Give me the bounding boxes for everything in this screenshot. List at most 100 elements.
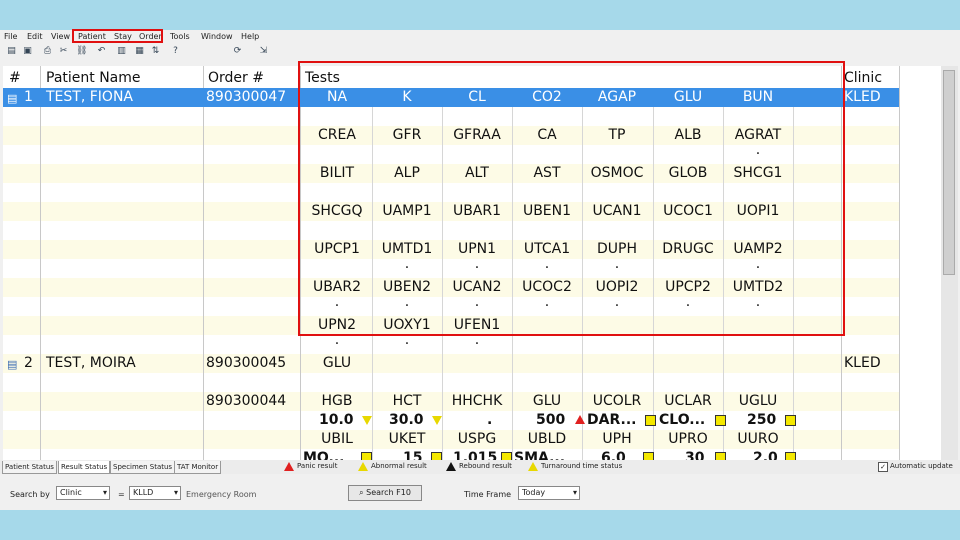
- clinic-select[interactable]: KLLD: [129, 486, 181, 500]
- test-code[interactable]: HGB: [302, 392, 372, 411]
- auto-update-checkbox[interactable]: ✓: [878, 462, 888, 472]
- header-clinic[interactable]: Clinic: [844, 66, 882, 88]
- test-code[interactable]: UPCP1: [302, 240, 372, 259]
- scrollbar-thumb[interactable]: [943, 70, 955, 275]
- print-icon[interactable]: ⎙: [42, 46, 53, 57]
- cut-icon[interactable]: ✂: [58, 46, 69, 57]
- test-code[interactable]: UURO: [723, 430, 793, 449]
- result-value[interactable]: SMA...: [514, 449, 565, 460]
- auto-update-label: Automatic update: [890, 462, 953, 470]
- row-number[interactable]: 2: [24, 354, 33, 373]
- test-code[interactable]: K: [372, 88, 442, 107]
- test-code[interactable]: OSMOC: [582, 164, 652, 183]
- menu-view[interactable]: View: [51, 32, 70, 41]
- test-code[interactable]: SHCG1: [723, 164, 793, 183]
- result-value[interactable]: .: [487, 411, 492, 430]
- test-code[interactable]: UKET: [372, 430, 442, 449]
- test-code[interactable]: SHCGQ: [302, 202, 372, 221]
- test-code[interactable]: GLOB: [653, 164, 723, 183]
- order-number[interactable]: 890300047: [206, 88, 286, 107]
- result-value[interactable]: 10.0: [319, 411, 354, 430]
- test-code[interactable]: AST: [512, 164, 582, 183]
- test-code[interactable]: UBIL: [302, 430, 372, 449]
- test-code[interactable]: UCAN1: [582, 202, 652, 221]
- test-code[interactable]: UCOLR: [582, 392, 652, 411]
- result-value[interactable]: MO...: [303, 449, 344, 460]
- result-value[interactable]: 2.0: [753, 449, 778, 460]
- test-code[interactable]: BILIT: [302, 164, 372, 183]
- menu-tools[interactable]: Tools: [170, 32, 190, 41]
- result-value[interactable]: 500: [536, 411, 565, 430]
- order-number[interactable]: 890300044: [206, 392, 286, 411]
- result-value[interactable]: 250: [747, 411, 776, 430]
- result-value[interactable]: 30: [685, 449, 704, 460]
- test-code[interactable]: UPRO: [653, 430, 723, 449]
- test-code[interactable]: GLU: [512, 392, 582, 411]
- result-value[interactable]: 30.0: [389, 411, 424, 430]
- test-code[interactable]: CO2: [512, 88, 582, 107]
- test-code[interactable]: UBAR1: [442, 202, 512, 221]
- undo-icon[interactable]: ↶: [96, 46, 107, 57]
- header-tests[interactable]: Tests: [305, 66, 340, 88]
- test-code[interactable]: UGLU: [723, 392, 793, 411]
- header-number[interactable]: #: [9, 66, 21, 88]
- test-code[interactable]: UPH: [582, 430, 652, 449]
- test-code[interactable]: BUN: [723, 88, 793, 107]
- header-patient-name[interactable]: Patient Name: [46, 66, 141, 88]
- chart-icon[interactable]: ▥: [116, 46, 127, 57]
- result-value[interactable]: CLO...: [659, 411, 705, 430]
- help-icon[interactable]: ?: [170, 46, 181, 57]
- result-value[interactable]: 15: [403, 449, 422, 460]
- test-code[interactable]: GLU: [302, 354, 372, 373]
- test-code[interactable]: HHCHK: [442, 392, 512, 411]
- menu-edit[interactable]: Edit: [27, 32, 43, 41]
- result-value[interactable]: DAR...: [587, 411, 636, 430]
- row-number[interactable]: 1: [24, 88, 33, 107]
- test-code[interactable]: ALP: [372, 164, 442, 183]
- refresh-icon[interactable]: ⟳: [232, 46, 243, 57]
- sort-icon[interactable]: ⇅: [150, 46, 161, 57]
- menu-help[interactable]: Help: [241, 32, 259, 41]
- test-code[interactable]: UCLAR: [653, 392, 723, 411]
- export-icon[interactable]: ⇲: [258, 46, 269, 57]
- test-code[interactable]: ALT: [442, 164, 512, 183]
- test-code[interactable]: UOPI1: [723, 202, 793, 221]
- test-code[interactable]: DRUGC: [653, 240, 723, 259]
- test-code[interactable]: HCT: [372, 392, 442, 411]
- test-code[interactable]: GLU: [653, 88, 723, 107]
- test-code[interactable]: CA: [512, 126, 582, 145]
- patient-name[interactable]: TEST, FIONA: [46, 88, 133, 107]
- open-icon[interactable]: ▤: [6, 46, 17, 57]
- test-code[interactable]: AGAP: [582, 88, 652, 107]
- link-icon[interactable]: ⛓: [76, 46, 87, 57]
- search-by-select[interactable]: Clinic: [56, 486, 110, 500]
- test-code[interactable]: CREA: [302, 126, 372, 145]
- test-code[interactable]: TP: [582, 126, 652, 145]
- test-code[interactable]: ALB: [653, 126, 723, 145]
- row-band: [3, 354, 899, 373]
- menu-window[interactable]: Window: [201, 32, 233, 41]
- test-code[interactable]: UAMP1: [372, 202, 442, 221]
- test-code[interactable]: GFRAA: [442, 126, 512, 145]
- menu-file[interactable]: File: [4, 32, 17, 41]
- clinic[interactable]: KLED: [844, 354, 881, 373]
- test-code[interactable]: UBLD: [512, 430, 582, 449]
- vertical-scrollbar[interactable]: [941, 66, 958, 460]
- test-code[interactable]: GFR: [372, 126, 442, 145]
- clinic[interactable]: KLED: [844, 88, 881, 107]
- test-code[interactable]: USPG: [442, 430, 512, 449]
- patient-name[interactable]: TEST, MOIRA: [46, 354, 136, 373]
- calendar-icon[interactable]: ▦: [134, 46, 145, 57]
- test-code[interactable]: CL: [442, 88, 512, 107]
- header-order-number[interactable]: Order #: [208, 66, 264, 88]
- test-code[interactable]: UCOC1: [653, 202, 723, 221]
- result-value[interactable]: 6.0: [601, 449, 626, 460]
- test-code[interactable]: NA: [302, 88, 372, 107]
- search-button[interactable]: ⌕ Search F10: [348, 485, 422, 501]
- test-code[interactable]: UBEN1: [512, 202, 582, 221]
- order-number[interactable]: 890300045: [206, 354, 286, 373]
- result-pending-dot: .: [474, 256, 480, 272]
- time-frame-select[interactable]: Today: [518, 486, 580, 500]
- save-icon[interactable]: ▣: [22, 46, 33, 57]
- result-value[interactable]: 1.015: [453, 449, 497, 460]
